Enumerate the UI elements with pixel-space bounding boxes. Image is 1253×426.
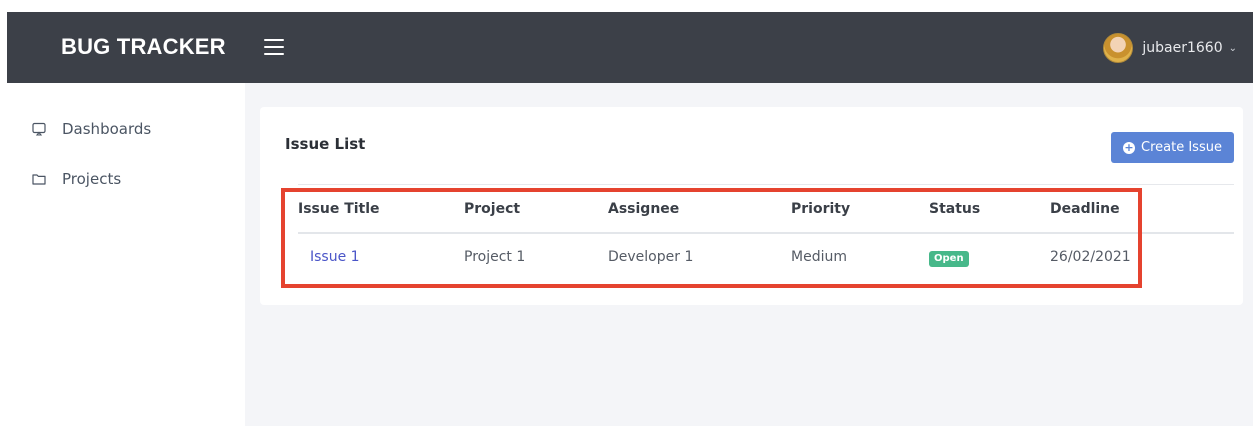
main-content: Issue List + Create Issue Issue Title Pr… xyxy=(245,83,1253,426)
header-divider xyxy=(298,232,1234,234)
column-header-priority: Priority xyxy=(791,201,851,217)
create-issue-button[interactable]: + Create Issue xyxy=(1111,132,1234,163)
chevron-down-icon: ⌄ xyxy=(1228,42,1237,54)
menu-toggle-icon[interactable] xyxy=(264,39,284,55)
page-title: Issue List xyxy=(285,135,366,153)
brand-logo[interactable]: BUG TRACKER xyxy=(61,34,226,60)
top-navbar: BUG TRACKER jubaer1660 ⌄ xyxy=(7,12,1253,83)
user-menu[interactable]: jubaer1660 ⌄ xyxy=(1103,32,1237,64)
sidebar-item-label: Dashboards xyxy=(62,120,152,138)
sidebar-item-label: Projects xyxy=(62,170,122,188)
username: jubaer1660 xyxy=(1142,40,1223,56)
sidebar-item-dashboards[interactable]: Dashboards xyxy=(32,117,151,141)
avatar[interactable] xyxy=(1103,33,1134,63)
create-issue-label: Create Issue xyxy=(1141,140,1222,155)
folder-icon xyxy=(32,174,46,185)
plus-circle-icon: + xyxy=(1123,140,1136,154)
issue-title-link[interactable]: Issue 1 xyxy=(310,247,360,267)
status-badge: Open xyxy=(929,251,969,267)
deadline-cell: 26/02/2021 xyxy=(1050,249,1131,265)
project-cell: Project 1 xyxy=(464,249,526,265)
app-root: BUG TRACKER jubaer1660 ⌄ Dashboards Proj… xyxy=(0,0,1253,426)
column-header-deadline: Deadline xyxy=(1050,201,1120,217)
sidebar: Dashboards Projects xyxy=(0,83,245,426)
issue-list-card: Issue List + Create Issue Issue Title Pr… xyxy=(260,107,1243,305)
divider xyxy=(298,184,1234,185)
status-cell: Open xyxy=(929,247,969,267)
column-header-issue-title: Issue Title xyxy=(298,201,380,217)
column-header-status: Status xyxy=(929,201,981,217)
column-header-project: Project xyxy=(464,201,521,217)
sidebar-item-projects[interactable]: Projects xyxy=(32,167,121,191)
table-row: Issue 1 Project 1 Developer 1 Medium Ope… xyxy=(298,247,1234,277)
column-header-assignee: Assignee xyxy=(608,201,680,217)
assignee-cell: Developer 1 xyxy=(608,249,694,265)
monitor-icon xyxy=(32,122,46,136)
priority-cell: Medium xyxy=(791,249,847,265)
table-header-row: Issue Title Project Assignee Priority St… xyxy=(298,199,1234,229)
